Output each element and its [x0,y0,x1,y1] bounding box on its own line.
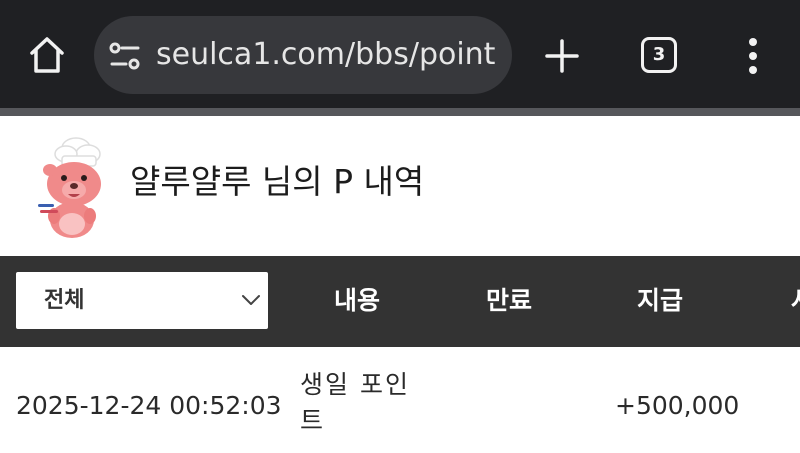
table-row: 2025-12-24 00:52:03 생일 포인트 +500,000 [0,347,800,453]
cell-amount: +500,000 [615,391,740,420]
table-header: 전체 내용 만료 지급 사 [0,256,800,347]
tune-icon[interactable] [108,40,142,72]
column-header-grant: 지급 [637,286,684,315]
filter-select[interactable]: 전체 [16,272,268,329]
toolbar-divider [0,108,800,116]
column-header-expiry: 만료 [486,286,533,315]
address-bar[interactable]: seulca1.com/bbs/point [94,16,512,94]
pink-chef-mascot-icon [28,134,110,240]
plus-icon[interactable] [544,38,580,74]
browser-toolbar: seulca1.com/bbs/point 3 [0,0,800,108]
tab-switcher-icon[interactable]: 3 [641,37,677,73]
more-vert-icon[interactable] [741,36,765,76]
home-icon[interactable] [26,34,68,76]
column-header-content: 내용 [334,286,381,315]
filter-selected-value: 전체 [44,288,85,313]
chevron-down-icon [240,289,262,311]
cell-datetime: 2025-12-24 00:52:03 [16,391,282,420]
cell-content: 생일 포인트 [300,370,410,435]
page-title: 얄루얄루 님의 P 내역 [130,162,425,201]
url-text[interactable]: seulca1.com/bbs/point [156,36,502,74]
column-header-usage: 사 [791,284,800,318]
